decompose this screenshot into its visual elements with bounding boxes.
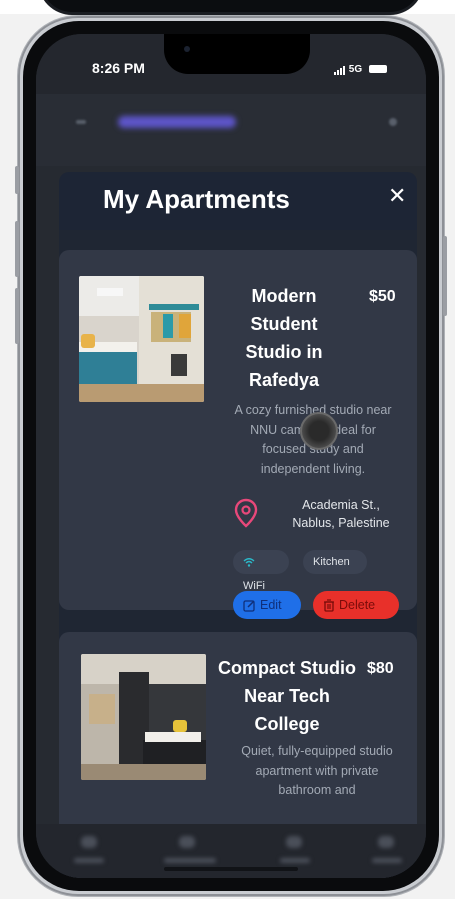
home-indicator [164,867,298,871]
delete-label: Delete [339,598,376,612]
apartment-price: $80 [367,660,394,677]
apartment-title: Modern Student Studio in Rafedya [245,286,323,390]
nav-label [372,858,402,863]
delete-button[interactable]: Delete [313,591,399,619]
edit-label: Edit [260,598,282,612]
network-type: 5G [348,64,363,75]
apartments-icon [179,836,195,848]
power-button [443,236,447,316]
apartment-location: Academia St., Nablus, Palestine [292,498,390,530]
camera-icon [184,46,190,52]
trash-icon [324,599,334,612]
touch-indicator [300,412,338,450]
app-logo [118,116,236,128]
close-icon[interactable]: ✕ [388,184,406,208]
wifi-icon [243,558,255,567]
edit-button[interactable]: Edit [233,591,301,619]
apartment-photo [81,654,206,780]
previous-phone-bezel [38,0,424,15]
profile-icon [389,118,397,126]
nav-label [280,858,310,863]
dynamic-notch [164,34,310,74]
modal-header: My Apartments ✕ [59,172,417,230]
edit-icon [243,600,255,612]
phone-bezel: 8:26 PM 5G My Apartments ✕ Modern Studen… [23,21,439,891]
volume-up-button [15,221,19,277]
modal-title: My Apartments [103,184,290,214]
apartment-price: $50 [369,288,396,305]
menu-icon [76,120,86,124]
profile-icon [378,836,394,848]
volume-down-button [15,288,19,344]
amenity-tag-wifi: WiFi [233,550,289,592]
screen: 8:26 PM 5G My Apartments ✕ Modern Studen… [36,34,426,878]
top-strip [0,0,455,15]
home-icon [81,836,97,848]
apartment-description: Quiet, fully-equipped studio apartment w… [241,744,393,797]
nav-label [74,858,104,863]
status-time: 8:26 PM [92,60,145,76]
nav-label [164,858,216,863]
mute-switch [15,166,19,194]
phone-frame: 8:26 PM 5G My Apartments ✕ Modern Studen… [15,16,447,896]
app-header-blurred [36,94,426,166]
amenity-label: Kitchen [313,556,350,568]
modal-body[interactable]: Modern Student Studio in Rafedya $50 A c… [59,230,417,878]
apartment-title: Compact Studio Near Tech College [218,658,356,734]
apartment-card: Modern Student Studio in Rafedya $50 A c… [59,250,417,619]
apartment-photo [79,276,204,402]
signal-indicator: 5G [334,64,387,75]
status-bar: 8:26 PM 5G [36,34,426,94]
battery-icon [368,65,387,74]
signal-bars-icon [334,64,346,75]
amenity-tag-kitchen: Kitchen [303,550,367,574]
chat-icon [286,836,302,848]
location-pin-icon [234,498,258,528]
